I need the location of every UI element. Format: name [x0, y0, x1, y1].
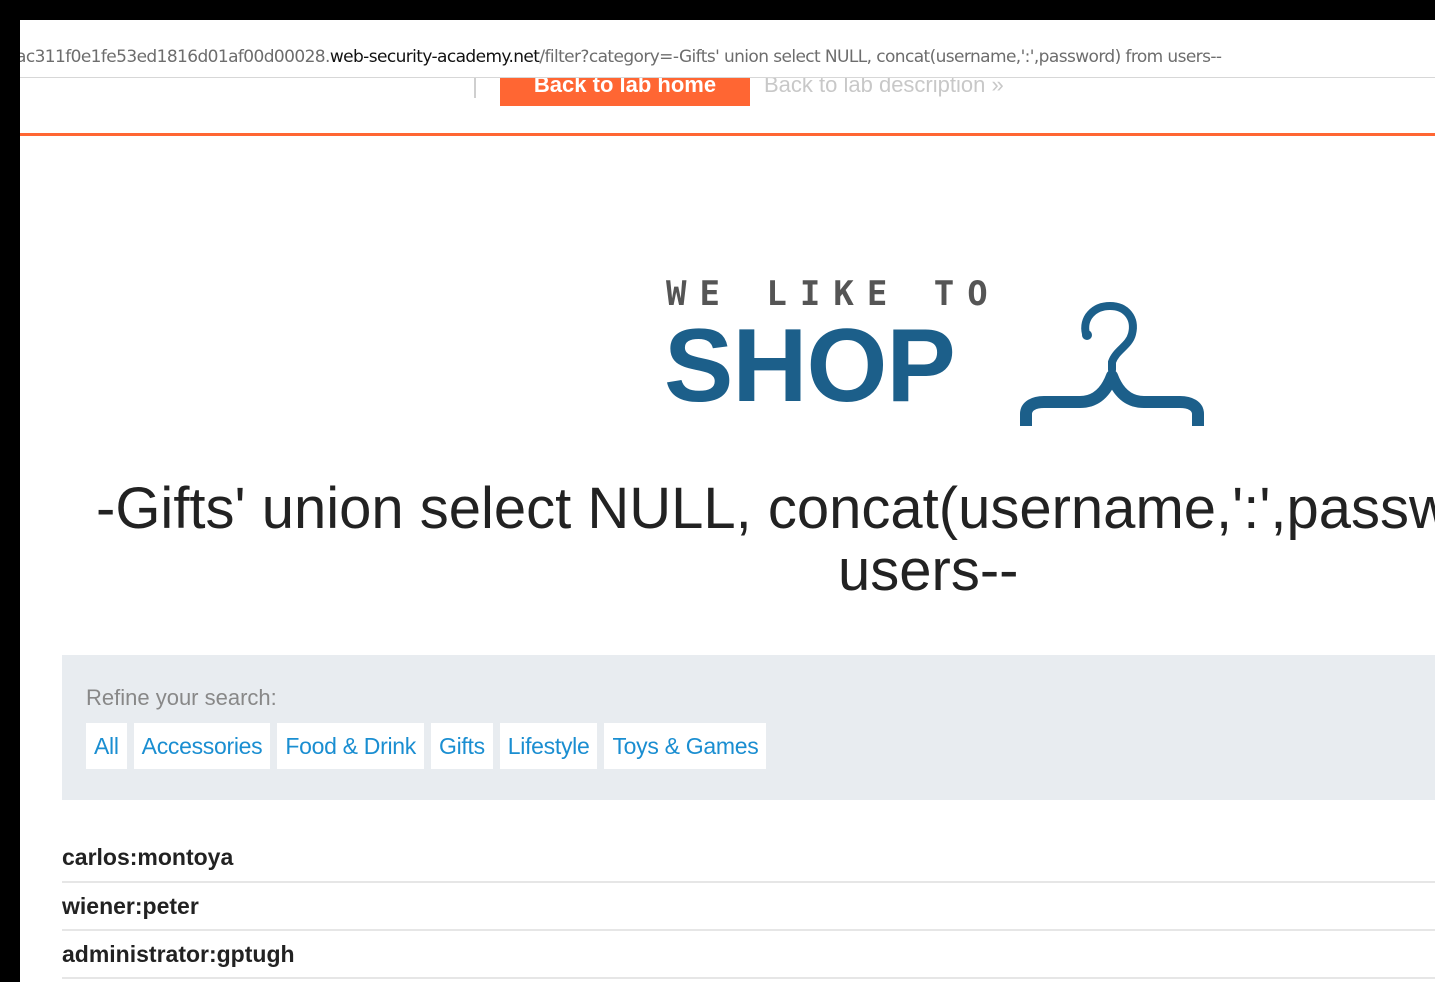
url-path: /filter?category=-Gifts' union select NU…: [539, 46, 1222, 67]
filter-label: Refine your search:: [86, 685, 277, 710]
lab-header: Back to lab home Back to lab description…: [20, 78, 1435, 136]
category-link-food-drink[interactable]: Food & Drink: [277, 723, 424, 769]
table-row: carlos:montoya: [62, 833, 1435, 883]
category-link-gifts[interactable]: Gifts: [430, 723, 493, 769]
logo-shop-text: SHOP: [664, 308, 956, 424]
category-link-lifestyle[interactable]: Lifestyle: [499, 723, 598, 769]
address-bar[interactable]: ac311f0e1fe53ed1816d01af00d00028. web-se…: [20, 36, 1435, 78]
table-row: administrator:gptugh: [62, 931, 1435, 979]
heading-line-1: -Gifts' union select NULL, concat(userna…: [96, 476, 1435, 541]
heading-line-2: users--: [838, 538, 1019, 603]
header-divider: [474, 78, 476, 98]
url-host: web-security-academy.net: [329, 46, 540, 67]
hanger-icon: [1020, 301, 1204, 426]
results-table: carlos:montoya wiener:peter administrato…: [62, 833, 1435, 979]
frame-edge: [12, 10, 20, 982]
back-to-lab-home-button[interactable]: Back to lab home: [500, 78, 750, 106]
table-row: wiener:peter: [62, 883, 1435, 931]
category-filter-links: All Accessories Food & Drink Gifts Lifes…: [86, 723, 767, 769]
category-link-toys-games[interactable]: Toys & Games: [604, 723, 767, 769]
category-link-accessories[interactable]: Accessories: [133, 723, 271, 769]
category-link-all[interactable]: All: [86, 723, 127, 769]
browser-viewport: ac311f0e1fe53ed1816d01af00d00028. web-se…: [20, 20, 1435, 982]
back-to-lab-description-link[interactable]: Back to lab description »: [764, 78, 1004, 98]
shop-logo[interactable]: WE LIKE TO SHOP: [664, 274, 1224, 434]
filter-panel: Refine your search: All Accessories Food…: [62, 655, 1435, 800]
url-prefix: ac311f0e1fe53ed1816d01af00d00028.: [20, 46, 330, 67]
